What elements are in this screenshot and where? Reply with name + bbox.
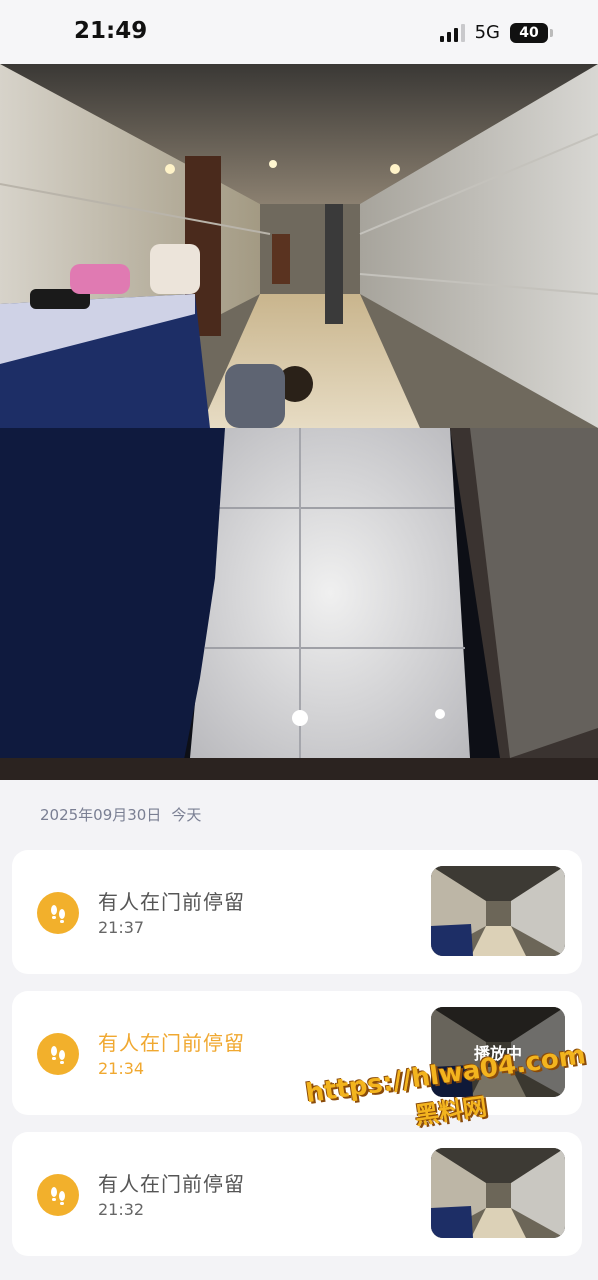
status-indicators: 5G 40 bbox=[439, 22, 553, 43]
event-thumbnail[interactable] bbox=[431, 1148, 565, 1238]
battery-level: 40 bbox=[519, 24, 539, 41]
event-title: 有人在门前停留 bbox=[98, 890, 245, 914]
battery-icon: 40 bbox=[510, 22, 553, 43]
doorstep-view-image bbox=[0, 428, 598, 780]
event-date-header: 2025年09月30日 今天 bbox=[40, 804, 201, 825]
event-day-label: 今天 bbox=[171, 806, 202, 824]
event-thumbnail[interactable] bbox=[431, 866, 565, 956]
event-time: 21:32 bbox=[98, 1200, 145, 1219]
event-title: 有人在门前停留 bbox=[98, 1031, 245, 1055]
event-time: 21:34 bbox=[98, 1059, 145, 1078]
event-thumbnail[interactable]: 播放中 bbox=[431, 1007, 565, 1097]
event-date: 2025年09月30日 bbox=[40, 806, 162, 824]
event-card[interactable]: 有人在门前停留 21:32 bbox=[12, 1132, 582, 1256]
signal-icon bbox=[439, 23, 465, 42]
event-time: 21:37 bbox=[98, 918, 145, 937]
footprints-icon bbox=[37, 1174, 79, 1216]
camera-live-view[interactable] bbox=[0, 64, 598, 780]
status-time: 21:49 bbox=[74, 18, 148, 44]
status-bar: 21:49 5G 40 bbox=[0, 0, 598, 64]
event-card[interactable]: 有人在门前停留 21:34 播放中 bbox=[12, 991, 582, 1115]
network-type: 5G bbox=[474, 22, 500, 43]
corridor-view-image bbox=[0, 64, 598, 428]
footprints-icon bbox=[37, 1033, 79, 1075]
event-card[interactable]: 有人在门前停留 21:37 bbox=[12, 850, 582, 974]
event-title: 有人在门前停留 bbox=[98, 1172, 245, 1196]
footprints-icon bbox=[37, 892, 79, 934]
playing-label: 播放中 bbox=[431, 1007, 565, 1097]
